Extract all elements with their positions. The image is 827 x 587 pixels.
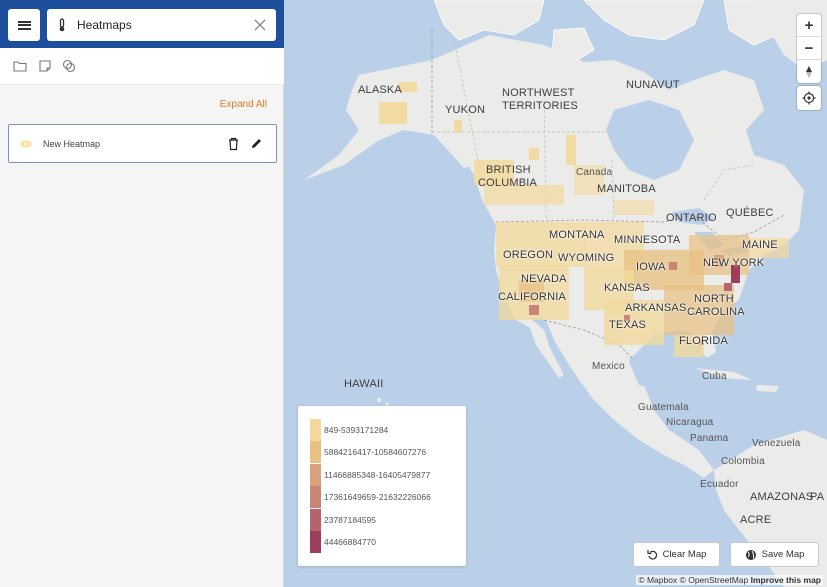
thermometer-icon: [47, 18, 77, 32]
label-territories: TERRITORIES: [502, 100, 578, 112]
label-acre: ACRE: [740, 514, 772, 526]
heatmap-legend: 849-5393171284 5884216417-10584607276 11…: [298, 406, 466, 566]
folder-icon[interactable]: [12, 58, 28, 74]
legend-item: 11466885348-16405479877: [310, 464, 430, 486]
label-ontario: ONTARIO: [666, 212, 717, 224]
label-canada: Canada: [576, 167, 613, 178]
layer-toolbar: [0, 48, 284, 85]
label-north: NORTH: [694, 293, 734, 305]
zoom-control: + −: [797, 14, 821, 83]
label-venezuela: Venezuela: [752, 438, 801, 449]
legend-label: 11466885348-16405479877: [324, 470, 431, 480]
label-hawaii: HAWAII: [344, 378, 384, 390]
heatmap-layer-icon: [20, 140, 32, 148]
label-pa: PA: [810, 491, 825, 503]
label-british: BRITISH: [486, 164, 531, 176]
map-canvas[interactable]: ALASKA YUKON NORTHWEST TERRITORIES NUNAV…: [284, 0, 827, 587]
label-nicaragua: Nicaragua: [666, 417, 714, 428]
undo-icon: [646, 550, 657, 560]
label-nunavut: NUNAVUT: [626, 79, 680, 91]
legend-swatch: [310, 509, 321, 531]
label-texas: TEXAS: [609, 319, 647, 331]
mapbox-attribution-link[interactable]: © Mapbox: [638, 575, 677, 585]
save-map-label: Save Map: [761, 549, 805, 560]
label-newyork: NEW YORK: [703, 257, 765, 269]
note-icon[interactable]: [37, 58, 53, 74]
zoom-in-button[interactable]: +: [797, 14, 821, 37]
layer-name: New Heatmap: [43, 139, 101, 149]
clear-map-button[interactable]: Clear Map: [633, 542, 720, 567]
legend-item: 5884216417-10584607276: [310, 441, 426, 463]
label-panama: Panama: [690, 433, 729, 444]
label-manitoba: MANITOBA: [597, 183, 656, 195]
label-oregon: OREGON: [503, 249, 554, 261]
crosshair-icon: [802, 91, 816, 105]
search-input[interactable]: [77, 18, 237, 32]
legend-swatch: [310, 419, 321, 441]
app-window: Expand All New Heatmap: [0, 0, 827, 587]
sidebar: Expand All New Heatmap: [0, 0, 284, 587]
menu-button[interactable]: [8, 9, 40, 41]
label-maine: MAINE: [742, 239, 778, 251]
label-montana: MONTANA: [549, 229, 605, 241]
legend-swatch: [310, 464, 321, 486]
zoom-out-button[interactable]: −: [797, 37, 821, 60]
close-icon[interactable]: [252, 17, 268, 33]
legend-label: 23787184595: [324, 515, 377, 525]
label-wyoming: WYOMING: [558, 252, 615, 264]
legend-label: 5884216417-10584607276: [324, 447, 427, 457]
label-minnesota: MINNESOTA: [614, 234, 681, 246]
expand-all-link[interactable]: Expand All: [220, 99, 267, 110]
layers-link-icon[interactable]: [61, 58, 77, 74]
legend-swatch: [310, 486, 321, 508]
label-cuba: Cuba: [702, 371, 727, 382]
label-guatemala: Guatemala: [638, 402, 689, 413]
legend-item: 849-5393171284: [310, 419, 388, 441]
edit-pencil-icon[interactable]: [250, 137, 263, 150]
geolocate-button[interactable]: [797, 86, 821, 110]
legend-label: 849-5393171284: [324, 425, 389, 435]
label-mexico: Mexico: [592, 361, 625, 372]
save-map-button[interactable]: Save Map: [730, 542, 819, 567]
map-attribution: © Mapbox © OpenStreetMap Improve this ma…: [636, 575, 823, 585]
compass-icon: [806, 65, 812, 78]
label-florida: FLORIDA: [679, 335, 729, 347]
search-box[interactable]: [47, 9, 276, 41]
legend-item: 23787184595: [310, 509, 376, 531]
legend-item: 44466884770: [310, 531, 376, 553]
legend-swatch: [310, 531, 321, 553]
label-columbia: COLUMBIA: [478, 177, 538, 189]
compass-button[interactable]: [797, 60, 821, 83]
label-amazonas: AMAZONAS: [750, 491, 814, 503]
label-northwest: NORTHWEST: [502, 87, 575, 99]
label-colombia: Colombia: [721, 456, 765, 467]
label-yukon: YUKON: [445, 104, 486, 116]
improve-map-link[interactable]: Improve this map: [751, 575, 821, 585]
hamburger-icon: [17, 20, 31, 30]
label-quebec: QUÉBEC: [726, 207, 774, 219]
legend-swatch: [310, 441, 321, 463]
layer-item-heatmap[interactable]: New Heatmap: [8, 124, 277, 163]
globe-icon: [745, 549, 756, 560]
clear-map-label: Clear Map: [662, 549, 707, 560]
label-arkansas: ARKANSAS: [625, 302, 687, 314]
label-nevada: NEVADA: [521, 273, 567, 285]
trash-icon[interactable]: [227, 137, 240, 151]
legend-label: 44466884770: [324, 537, 377, 547]
label-alaska: ALASKA: [358, 84, 403, 96]
top-bar: [0, 0, 284, 48]
label-california: CALIFORNIA: [498, 291, 567, 303]
label-iowa: IOWA: [636, 261, 666, 273]
label-kansas: KANSAS: [604, 282, 650, 294]
label-ecuador: Ecuador: [700, 479, 739, 490]
osm-attribution-link[interactable]: © OpenStreetMap: [680, 575, 749, 585]
legend-label: 17361649659-21632226066: [324, 492, 431, 502]
legend-item: 17361649659-21632226066: [310, 486, 431, 508]
label-carolina: CAROLINA: [687, 306, 745, 318]
